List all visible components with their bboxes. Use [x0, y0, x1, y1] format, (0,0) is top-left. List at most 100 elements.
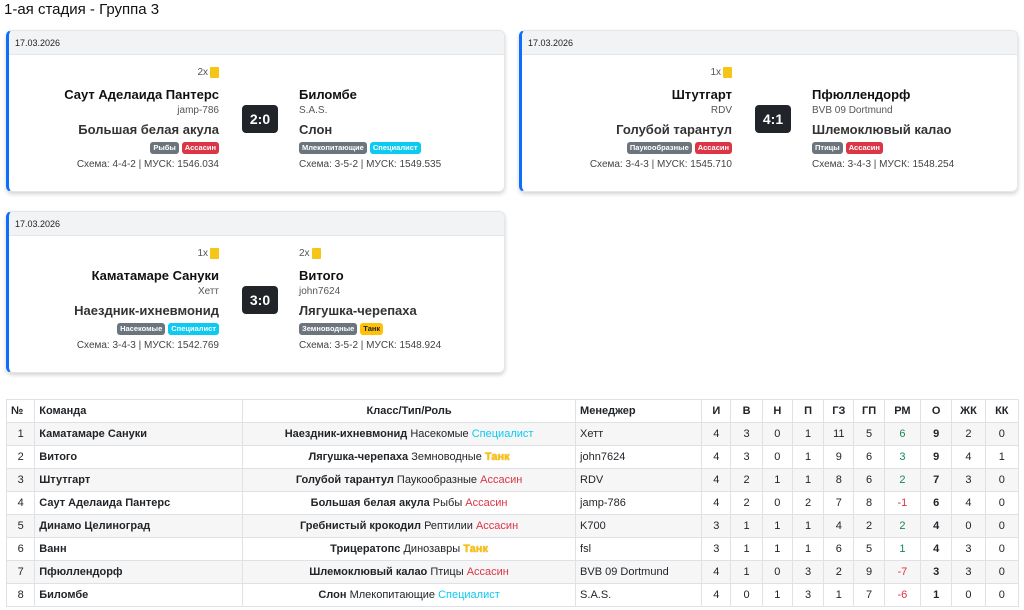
- col-header-number[interactable]: №: [5, 399, 36, 423]
- col-header-wins[interactable]: В: [730, 399, 763, 423]
- row-manager[interactable]: RDV: [575, 468, 703, 492]
- row-yellow-cards: 3: [951, 560, 986, 584]
- row-class-name: Слон: [318, 589, 347, 601]
- row-team[interactable]: Пфюллендорф: [34, 560, 244, 584]
- row-manager[interactable]: john7624: [575, 445, 703, 469]
- match-card[interactable]: 17.03.2026 1x Штутгарт RDV Голубой таран…: [519, 30, 1018, 192]
- row-team[interactable]: Саут Аделаида Пантерс: [34, 491, 244, 515]
- role-badge: Специалист: [369, 142, 421, 154]
- away-manager[interactable]: BVB 09 Dortmund: [812, 105, 893, 116]
- table-row[interactable]: 2 Витого Лягушка-черепаха Земноводные Танк…: [5, 445, 1020, 469]
- row-goals-against: 9: [853, 560, 885, 584]
- home-manager[interactable]: RDV: [711, 105, 732, 116]
- table-row[interactable]: 4 Саут Аделаида Пантерс Большая белая акул…: [5, 491, 1020, 515]
- home-team-name[interactable]: Штутгарт: [672, 87, 732, 102]
- row-losses: 1: [791, 422, 825, 446]
- row-team[interactable]: Ванн: [34, 537, 244, 561]
- home-manager[interactable]: Хетт: [198, 286, 219, 297]
- table-row[interactable]: 7 Пфюллендорф Шлемоклювый калао Птицы Асса…: [5, 560, 1020, 584]
- row-draws: 1: [761, 537, 793, 561]
- match-card[interactable]: 17.03.2026 2x Саут Аделаида Пантерс jamp…: [6, 30, 505, 192]
- row-losses: 1: [791, 468, 825, 492]
- row-manager[interactable]: BVB 09 Dortmund: [575, 560, 703, 584]
- row-goal-diff: 2: [883, 514, 922, 538]
- table-row[interactable]: 5 Динамо Целиноград Гребнистый крокодил Ре…: [5, 514, 1020, 538]
- row-manager[interactable]: Хетт: [575, 422, 703, 446]
- row-team[interactable]: Каматамаре Сануки: [34, 422, 244, 446]
- col-header-draws[interactable]: Н: [761, 399, 793, 423]
- row-goal-diff: 2: [883, 468, 922, 492]
- col-header-goals-for[interactable]: ГЗ: [823, 399, 855, 423]
- row-goal-diff: -6: [883, 583, 922, 607]
- match-score[interactable]: 4:1: [755, 105, 791, 133]
- row-losses: 3: [791, 583, 825, 607]
- row-manager[interactable]: S.A.S.: [575, 583, 703, 607]
- away-animal: Шлемоклювый калао: [812, 122, 952, 137]
- table-row[interactable]: 1 Каматамаре Сануки Наездник-ихневмонид На…: [5, 422, 1020, 446]
- col-header-class[interactable]: Класс/Тип/Роль: [242, 399, 577, 423]
- row-draws: 0: [761, 560, 793, 584]
- home-yellow-cards: 1x: [710, 67, 732, 78]
- col-header-red-cards[interactable]: КК: [984, 399, 1020, 423]
- col-header-manager[interactable]: Менеджер: [575, 399, 703, 423]
- col-header-yellow-cards[interactable]: ЖК: [951, 399, 986, 423]
- row-team[interactable]: Витого: [34, 445, 244, 469]
- row-goals-against: 7: [853, 583, 885, 607]
- col-header-team[interactable]: Команда: [34, 399, 244, 423]
- row-type: Динозавры: [403, 543, 461, 555]
- table-row[interactable]: 3 Штутгарт Голубой тарантул Паукообразные …: [5, 468, 1020, 492]
- away-yellow-cards: 2x: [299, 248, 321, 259]
- row-manager[interactable]: jamp-786: [575, 491, 703, 515]
- table-row[interactable]: 6 Ванн Трицератопс Динозавры Танк fsl 3 1 1 1 6 5…: [5, 537, 1020, 561]
- stage-title: 1-ая стадия - Группа 3: [4, 1, 160, 18]
- home-manager[interactable]: jamp-786: [177, 105, 219, 116]
- row-role: Специалист: [438, 589, 500, 601]
- home-team-name[interactable]: Саут Аделаида Пантерс: [64, 87, 219, 102]
- row-team[interactable]: Биломбе: [34, 583, 244, 607]
- row-points: 1: [920, 583, 953, 607]
- col-header-goal-diff[interactable]: РМ: [883, 399, 922, 423]
- col-header-losses[interactable]: П: [791, 399, 825, 423]
- match-card[interactable]: 17.03.2026 1x Каматамаре Сануки Хетт Нае…: [6, 211, 505, 373]
- row-red-cards: 1: [984, 445, 1020, 469]
- home-team-name[interactable]: Каматамаре Сануки: [92, 268, 219, 283]
- row-points: 9: [920, 422, 953, 446]
- match-date: 17.03.2026: [522, 31, 1017, 55]
- away-team-name[interactable]: Пфюллендорф: [812, 87, 910, 102]
- yellow-card-icon: [210, 67, 219, 78]
- col-header-points[interactable]: О: [920, 399, 953, 423]
- match-score[interactable]: 2:0: [242, 105, 278, 133]
- row-team[interactable]: Динамо Целиноград: [34, 514, 244, 538]
- away-team-name[interactable]: Витого: [299, 268, 344, 283]
- row-manager[interactable]: fsl: [575, 537, 703, 561]
- row-games: 3: [701, 514, 732, 538]
- row-goals-for: 11: [823, 422, 855, 446]
- row-type: Насекомые: [410, 428, 469, 440]
- row-yellow-cards: 2: [951, 422, 986, 446]
- away-team-name[interactable]: Биломбе: [299, 87, 357, 102]
- row-losses: 1: [791, 537, 825, 561]
- row-losses: 3: [791, 560, 825, 584]
- row-number: 3: [5, 468, 36, 492]
- row-goals-for: 4: [823, 514, 855, 538]
- col-header-goals-against[interactable]: ГП: [853, 399, 885, 423]
- table-row[interactable]: 8 Биломбе Слон Млекопитающие Специалист S.A…: [5, 583, 1020, 607]
- row-draws: 0: [761, 491, 793, 515]
- row-games: 4: [701, 491, 732, 515]
- row-manager[interactable]: K700: [575, 514, 703, 538]
- row-class-name: Большая белая акула: [310, 497, 430, 509]
- away-animal: Лягушка-черепаха: [299, 303, 417, 318]
- col-header-games[interactable]: И: [701, 399, 732, 423]
- row-red-cards: 0: [984, 491, 1020, 515]
- away-scheme: Схема: 3-5-2 | МУСК: 1548.924: [299, 340, 442, 351]
- row-class: Голубой тарантул Паукообразные Ассасин: [242, 468, 577, 492]
- away-manager[interactable]: S.A.S.: [299, 105, 327, 116]
- home-badges: Паукообразные Ассасин: [626, 142, 732, 154]
- home-scheme: Схема: 4-4-2 | МУСК: 1546.034: [76, 159, 219, 170]
- row-team[interactable]: Штутгарт: [34, 468, 244, 492]
- row-class: Большая белая акула Рыбы Ассасин: [242, 491, 577, 515]
- type-badge: Рыбы: [150, 142, 179, 154]
- match-score[interactable]: 3:0: [242, 286, 278, 314]
- row-goals-against: 5: [853, 422, 885, 446]
- away-manager[interactable]: john7624: [299, 286, 340, 297]
